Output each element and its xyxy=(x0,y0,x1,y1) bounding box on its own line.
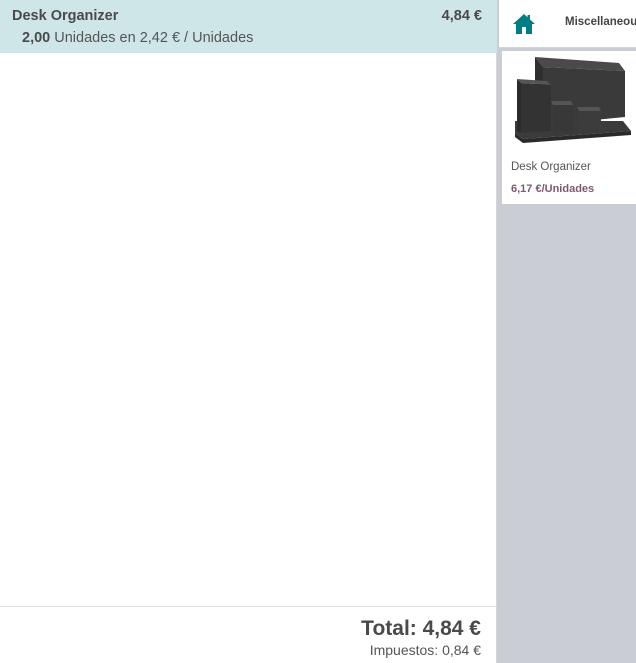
product-name: Desk Organizer xyxy=(511,161,591,173)
order-line-selected[interactable]: Desk Organizer 4,84 € 2,00 Unidades en 2… xyxy=(0,0,497,53)
product-image xyxy=(507,51,636,151)
order-taxes: Impuestos: 0,84 € xyxy=(369,642,481,658)
order-line-product-name: Desk Organizer xyxy=(12,8,119,24)
product-card[interactable]: Desk Organizer 6,17 €/Unidades xyxy=(502,51,636,204)
order-line-unit-info: Unidades en 2,42 € / Unidades xyxy=(54,30,254,46)
order-line-price: 4,84 € xyxy=(441,8,482,24)
product-price: 6,17 €/Unidades xyxy=(511,183,595,195)
order-line-quantity: 2,00 xyxy=(22,30,51,46)
order-line-info: 2,00 Unidades en 2,42 € / Unidades xyxy=(22,30,253,46)
order-summary: Total: 4,84 € Impuestos: 0,84 € xyxy=(0,606,497,663)
breadcrumb-category[interactable]: Miscellaneous xyxy=(565,16,636,28)
order-total: Total: 4,84 € xyxy=(361,617,481,640)
order-pane: Desk Organizer 4,84 € 2,00 Unidades en 2… xyxy=(0,0,497,663)
products-pane: Miscellaneous Desk Organizer 6,17 €/Unid… xyxy=(497,0,636,663)
home-icon[interactable] xyxy=(512,13,536,35)
category-breadcrumbs: Miscellaneous xyxy=(499,0,636,48)
